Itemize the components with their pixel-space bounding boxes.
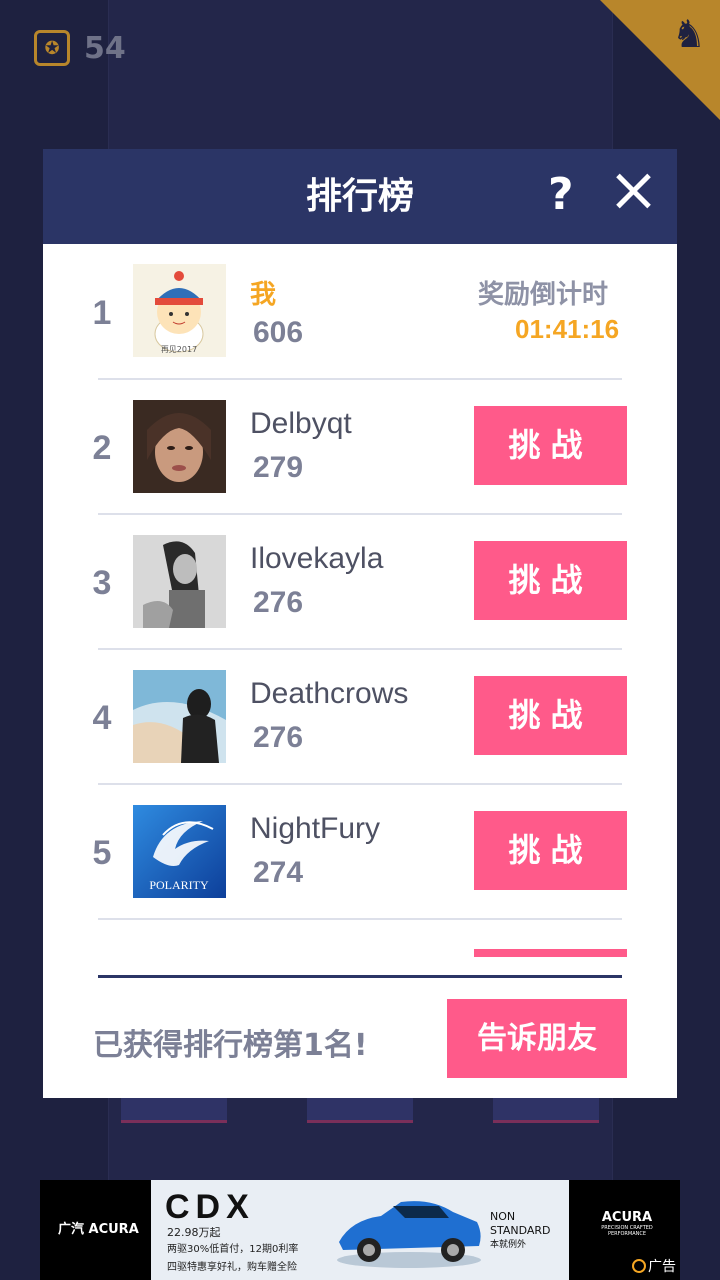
rank-achievement-message: 已获得排行榜第1名!: [93, 1028, 368, 1063]
dragon-coin-icon: ✪: [34, 30, 70, 66]
ad-banner[interactable]: 广汽 ACURA CDX 22.98万起 两驱30%低首付，12期0利率 四驱特…: [40, 1180, 680, 1280]
close-icon[interactable]: [611, 169, 655, 213]
dragon-icon[interactable]: ♞: [672, 12, 706, 56]
ad-tagline: NON STANDARD 本就例外: [490, 1210, 569, 1252]
rank-number: 5: [92, 834, 112, 872]
reward-countdown-value: 01:41:16: [515, 314, 620, 344]
ad-tagline-en: NON STANDARD: [490, 1210, 551, 1237]
challenge-button[interactable]: 挑战: [474, 406, 627, 485]
game-tile: [121, 1098, 227, 1123]
leaderboard-modal: 排行榜 ? 1 再见2017 我 606 奖励倒计时 01:41:16 2 De…: [43, 149, 677, 1098]
player-name: Ilovekayla: [250, 542, 384, 575]
avatar[interactable]: [133, 400, 226, 493]
ad-price: 22.98万起: [167, 1226, 221, 1239]
coin-count: 54: [84, 30, 126, 66]
rank-number: 1: [92, 294, 112, 332]
ad-creative[interactable]: CDX 22.98万起 两驱30%低首付，12期0利率 四驱特惠享好礼，购车赠全…: [151, 1180, 569, 1280]
rank-row: 3 Ilovekayla 276 挑战: [43, 514, 677, 649]
acura-subtitle: PRECISION CRAFTED PERFORMANCE: [601, 1225, 653, 1237]
svg-text:POLARITY: POLARITY: [149, 878, 209, 892]
game-tile: [307, 1098, 413, 1123]
player-score: 274: [253, 856, 304, 889]
challenge-button[interactable]: 挑战: [474, 811, 627, 890]
modal-header: 排行榜 ?: [43, 149, 677, 244]
svg-text:再见2017: 再见2017: [161, 345, 197, 354]
ad-brand-right: ACURA PRECISION CRAFTED PERFORMANCE: [592, 1210, 662, 1237]
challenge-button[interactable]: 挑战: [474, 541, 627, 620]
ad-icon: [632, 1259, 646, 1273]
ad-model-name: CDX: [165, 1188, 255, 1226]
ad-offer-line: 两驱30%低首付，12期0利率: [167, 1244, 299, 1255]
ad-label-text: 广告: [648, 1259, 676, 1275]
avatar[interactable]: POLARITY: [133, 805, 226, 898]
rank-row: 5 POLARITY NightFury 274 挑战: [43, 784, 677, 919]
avatar[interactable]: [133, 670, 226, 763]
challenge-button[interactable]: 挑战: [474, 676, 627, 755]
player-name: Delbyqt: [250, 407, 352, 440]
rank-list[interactable]: 1 再见2017 我 606 奖励倒计时 01:41:16 2 Delbyqt …: [43, 244, 677, 957]
help-button[interactable]: ?: [548, 167, 574, 223]
player-name: NightFury: [250, 812, 381, 845]
car-image: [337, 1201, 481, 1268]
player-score: 276: [253, 586, 304, 619]
footer-divider: [98, 975, 622, 978]
ad-brand-left: 广汽 ACURA: [58, 1222, 139, 1237]
rank-row: 2 Delbyqt 279 挑战: [43, 379, 677, 514]
ad-tagline-cn: 本就例外: [490, 1240, 527, 1250]
ad-label: 广告: [632, 1256, 676, 1276]
player-score: 276: [253, 721, 304, 754]
row-divider: [98, 918, 622, 920]
challenge-button-partial[interactable]: [474, 949, 627, 957]
player-name: 我: [250, 280, 277, 310]
avatar[interactable]: 再见2017: [133, 264, 226, 357]
player-score: 279: [253, 451, 304, 484]
ad-offer-line: 四驱特惠享好礼，购车赠全险: [167, 1262, 297, 1273]
rank-row: 4 Deathcrows 276 挑战: [43, 649, 677, 784]
player-score: 606: [253, 316, 304, 349]
reward-countdown-label: 奖励倒计时: [478, 280, 609, 310]
acura-logo-text: ACURA: [601, 1210, 653, 1225]
rank-number: 4: [92, 699, 112, 737]
modal-title: 排行榜: [305, 176, 414, 217]
rank-number: 3: [92, 564, 112, 602]
rank-number: 2: [92, 429, 112, 467]
avatar[interactable]: [133, 535, 226, 628]
coin-counter: ✪ 54: [34, 30, 126, 66]
rank-row-me: 1 再见2017 我 606 奖励倒计时 01:41:16: [43, 244, 677, 379]
game-tile: [493, 1098, 599, 1123]
player-name: Deathcrows: [250, 677, 409, 710]
tell-friends-button[interactable]: 告诉朋友: [447, 999, 627, 1078]
